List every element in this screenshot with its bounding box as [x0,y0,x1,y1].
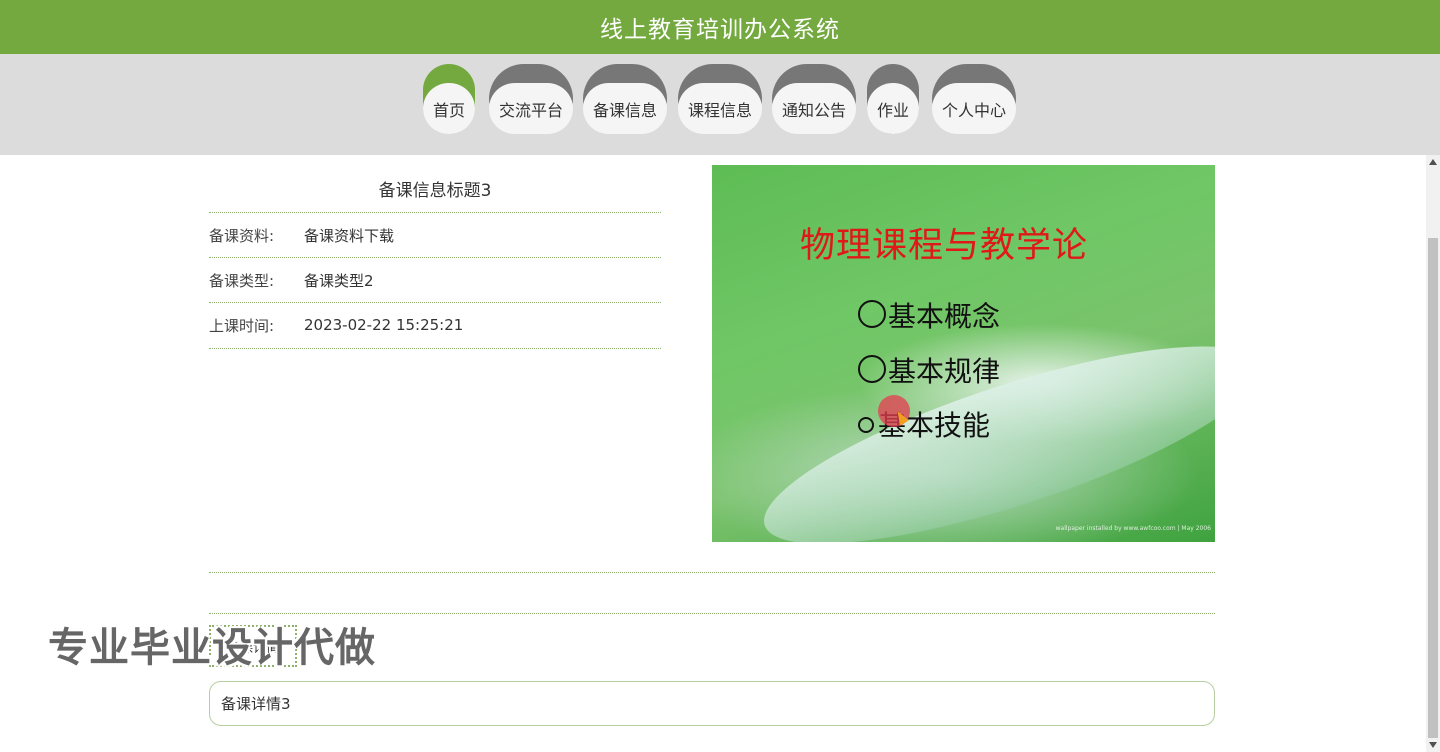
scrollbar-thumb[interactable] [1428,238,1438,738]
divider [209,348,661,349]
header-bar: 线上教育培训办公系统 [0,0,1440,54]
main-nav: 首页 交流平台 备课信息 课程信息 通知公告 作业 个人中心 [0,54,1440,155]
section-divider [209,613,1215,614]
info-row-time: 上课时间: 2023-02-22 15:25:21 [209,303,661,347]
nav-item-label: 课程信息 [687,100,752,120]
app-title: 线上教育培训办公系统 [600,17,840,43]
nav-item-forum[interactable]: 交流平台 [489,64,573,134]
cover-item: 基本概念 [858,295,1000,335]
info-label: 备课类型: [209,271,275,290]
info-row-type: 备课类型: 备课类型2 [209,258,661,302]
circle-bullet-icon [858,355,886,383]
nav-item-courses[interactable]: 课程信息 [678,64,762,134]
page-scrollbar[interactable] [1426,155,1440,752]
section-divider [209,572,1215,573]
nav-item-lesson-prep[interactable]: 备课信息 [583,64,667,134]
nav-item-label: 通知公告 [781,100,846,120]
nav-item-label: 首页 [432,100,465,120]
watermark-text: 专业毕业设计代做 [48,625,376,671]
scroll-up-icon[interactable] [1429,159,1437,165]
nav-item-profile[interactable]: 个人中心 [932,64,1016,134]
cover-image: 物理课程与教学论 基本概念 基本规律 基本技能 wallpaper instal… [712,165,1215,542]
nav-item-notices[interactable]: 通知公告 [772,64,856,134]
scroll-down-icon[interactable] [1429,742,1437,748]
info-value: 2023-02-22 15:25:21 [304,316,464,334]
lesson-detail-content: 备课详情3 [209,681,1215,726]
materials-download-link[interactable]: 备课资料下载 [304,225,394,246]
wallpaper-credit: wallpaper installed by www.awfcoo.com | … [1055,525,1211,532]
info-value: 备课类型2 [304,271,374,290]
info-row-materials: 备课资料: 备课资料下载 [209,213,661,257]
nav-item-label: 作业 [876,100,909,120]
circle-bullet-icon [858,417,874,433]
nav-item-label: 个人中心 [941,100,1006,120]
info-label: 上课时间: [209,316,275,335]
info-label: 备课资料: [209,226,275,245]
cover-title: 物理课程与教学论 [800,226,1089,266]
nav-item-label: 备课信息 [592,100,657,120]
nav-item-home[interactable]: 首页 [423,64,475,134]
nav-item-label: 交流平台 [498,100,563,120]
cover-item: 基本规律 [858,350,1000,390]
nav-item-homework[interactable]: 作业 [867,64,919,134]
circle-bullet-icon [858,300,886,328]
lesson-prep-title: 备课信息标题3 [378,181,492,201]
